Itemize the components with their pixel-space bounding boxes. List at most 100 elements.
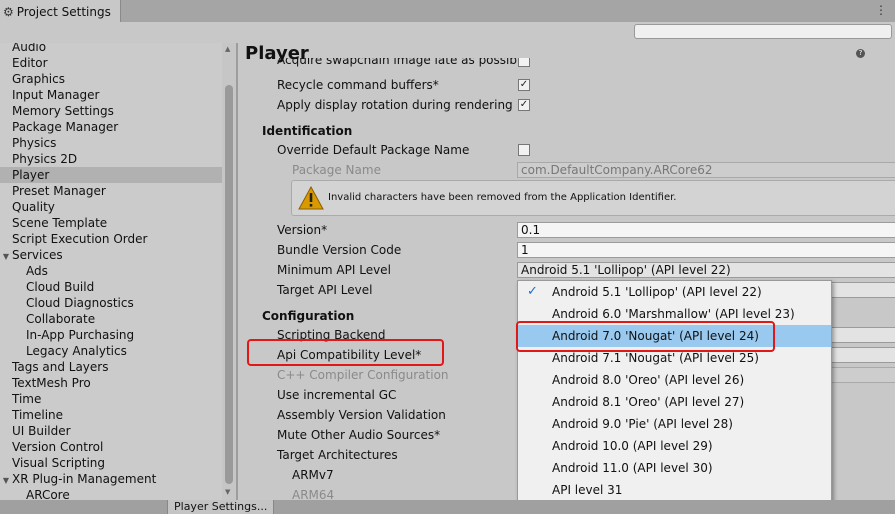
sidebar-item[interactable]: Cloud Diagnostics xyxy=(0,295,222,311)
target-api-dropdown-menu: ✓ Android 5.1 'Lollipop' (API level 22) An… xyxy=(517,280,832,514)
scrollbar-thumb[interactable] xyxy=(225,85,233,484)
tab-title: Project Settings xyxy=(16,4,111,19)
settings-sidebar: Audio Editor Graphics Input Manager Memory S… xyxy=(0,43,222,500)
search-input[interactable] xyxy=(634,24,892,39)
dropdown-option-label: Android 11.0 (API level 30) xyxy=(552,461,713,475)
sidebar-item[interactable]: Preset Manager xyxy=(0,183,222,199)
sidebar-item[interactable]: Editor xyxy=(0,55,222,71)
dropdown-option-label: Android 9.0 'Pie' (API level 28) xyxy=(552,417,733,431)
sidebar-item[interactable]: Audio xyxy=(0,43,222,55)
recycle-command-buffers-label: Recycle command buffers* xyxy=(277,78,439,92)
highlight-nougat-option xyxy=(516,321,775,352)
sidebar-item[interactable]: UI Builder xyxy=(0,423,222,439)
sidebar-item[interactable]: Visual Scripting xyxy=(0,455,222,471)
highlight-api-compatibility xyxy=(247,339,444,366)
sidebar-item-label: Cloud Build xyxy=(26,280,95,294)
incremental-gc-label: Use incremental GC xyxy=(277,388,397,402)
dropdown-option[interactable]: ✓ Android 5.1 'Lollipop' (API level 22) xyxy=(518,281,831,303)
display-rotation-checkbox[interactable]: ✓ xyxy=(518,99,530,111)
sidebar-item[interactable]: Legacy Analytics xyxy=(0,343,222,359)
sidebar-item-label: Audio xyxy=(12,43,47,54)
sidebar-item-label: Preset Manager xyxy=(12,184,106,198)
sidebar-item-label: ARCore xyxy=(26,488,70,500)
sidebar-item[interactable]: Scene Template xyxy=(0,215,222,231)
target-architectures-label: Target Architectures xyxy=(277,448,398,462)
sidebar-item-label: In-App Purchasing xyxy=(26,328,135,342)
window-menu-icon[interactable]: ⋮ xyxy=(875,3,887,17)
armv7-label: ARMv7 xyxy=(292,468,334,482)
bundle-version-field[interactable]: 1 xyxy=(517,242,895,258)
dropdown-option[interactable]: API level 31 xyxy=(518,479,831,501)
sidebar-item[interactable]: Collaborate xyxy=(0,311,222,327)
assembly-validation-label: Assembly Version Validation xyxy=(277,408,446,422)
warning-icon xyxy=(298,186,324,210)
sidebar-item[interactable]: Quality xyxy=(0,199,222,215)
package-name-field: com.DefaultCompany.ARCore62 xyxy=(517,162,895,178)
sidebar-item[interactable]: ▼ XR Plug-in Management xyxy=(0,471,222,487)
window-tab-bar: ⚙ Project Settings ⋮ xyxy=(0,0,895,23)
acquire-swapchain-label: Acquire swapchain image late as possible xyxy=(277,58,528,67)
sidebar-item[interactable]: ▼ Services xyxy=(0,247,222,263)
player-settings-tab[interactable]: Player Settings... xyxy=(167,500,275,514)
dropdown-option[interactable]: Android 8.1 'Oreo' (API level 27) xyxy=(518,391,831,413)
sidebar-item[interactable]: Input Manager xyxy=(0,87,222,103)
scroll-down-icon[interactable]: ▼ xyxy=(225,488,230,496)
sidebar-item-label: XR Plug-in Management xyxy=(12,472,157,486)
identification-header: Identification xyxy=(262,124,353,138)
sidebar-item-label: Legacy Analytics xyxy=(26,344,127,358)
dropdown-option[interactable]: Android 10.0 (API level 29) xyxy=(518,435,831,457)
tab-project-settings[interactable]: ⚙ Project Settings xyxy=(0,0,121,23)
scroll-up-icon[interactable]: ▲ xyxy=(225,45,230,53)
sidebar-item-label: Timeline xyxy=(12,408,64,422)
help-icon[interactable]: ? xyxy=(856,49,865,58)
configuration-header: Configuration xyxy=(262,309,355,323)
minimum-api-dropdown[interactable]: Android 5.1 'Lollipop' (API level 22) xyxy=(517,262,895,278)
sidebar-item-label: Cloud Diagnostics xyxy=(26,296,134,310)
sidebar-item[interactable]: Tags and Layers xyxy=(0,359,222,375)
sidebar-item[interactable]: Version Control xyxy=(0,439,222,455)
sidebar-item[interactable]: Timeline xyxy=(0,407,222,423)
override-package-name-checkbox[interactable] xyxy=(518,144,530,156)
sidebar-item[interactable]: Physics 2D xyxy=(0,151,222,167)
dropdown-option[interactable]: Android 9.0 'Pie' (API level 28) xyxy=(518,413,831,435)
sidebar-item[interactable]: Graphics xyxy=(0,71,222,87)
sidebar-item[interactable]: Package Manager xyxy=(0,119,222,135)
sidebar-item-label: Player xyxy=(12,168,50,182)
sidebar-item-label: Tags and Layers xyxy=(12,360,109,374)
minimum-api-label: Minimum API Level xyxy=(277,263,391,277)
sidebar-item-label: TextMesh Pro xyxy=(12,376,91,390)
sidebar-item-label: Graphics xyxy=(12,72,65,86)
package-name-label: Package Name xyxy=(292,163,381,177)
mute-audio-label: Mute Other Audio Sources* xyxy=(277,428,441,442)
sidebar-item-label: Scene Template xyxy=(12,216,108,230)
acquire-swapchain-checkbox[interactable] xyxy=(518,58,530,67)
dropdown-option-label: Android 7.1 'Nougat' (API level 25) xyxy=(552,351,759,365)
sidebar-scrollbar[interactable]: ▲ ▼ xyxy=(222,43,236,500)
sidebar-item-label: Collaborate xyxy=(26,312,96,326)
sidebar-item[interactable]: Ads xyxy=(0,263,222,279)
dropdown-option[interactable]: Android 11.0 (API level 30) xyxy=(518,457,831,479)
sidebar-item-label: Physics xyxy=(12,136,57,150)
sidebar-item[interactable]: Memory Settings xyxy=(0,103,222,119)
sidebar-item[interactable]: Time xyxy=(0,391,222,407)
sidebar-item-label: UI Builder xyxy=(12,424,71,438)
sidebar-item-label: Package Manager xyxy=(12,120,119,134)
sidebar-item[interactable]: Cloud Build xyxy=(0,279,222,295)
sidebar-item-label: Services xyxy=(12,248,63,262)
recycle-command-buffers-checkbox[interactable]: ✓ xyxy=(518,79,530,91)
version-field[interactable]: 0.1 xyxy=(517,222,895,238)
sidebar-item[interactable]: In-App Purchasing xyxy=(0,327,222,343)
sidebar-item-label: Quality xyxy=(12,200,55,214)
warning-box: Invalid characters have been removed fro… xyxy=(291,180,895,216)
cpp-compiler-label: C++ Compiler Configuration xyxy=(277,368,449,382)
dropdown-option[interactable]: Android 8.0 'Oreo' (API level 26) xyxy=(518,369,831,391)
warning-text: Invalid characters have been removed fro… xyxy=(328,192,677,203)
sidebar-item[interactable]: TextMesh Pro xyxy=(0,375,222,391)
sidebar-item[interactable]: Script Execution Order xyxy=(0,231,222,247)
sidebar-item[interactable]: Physics xyxy=(0,135,222,151)
sidebar-item-label: Editor xyxy=(12,56,48,70)
dropdown-option-label: API level 31 xyxy=(552,483,623,497)
sidebar-item[interactable]: Player xyxy=(0,167,222,183)
sidebar-item[interactable]: ARCore xyxy=(0,487,222,500)
dropdown-option-label: Android 5.1 'Lollipop' (API level 22) xyxy=(552,285,762,299)
